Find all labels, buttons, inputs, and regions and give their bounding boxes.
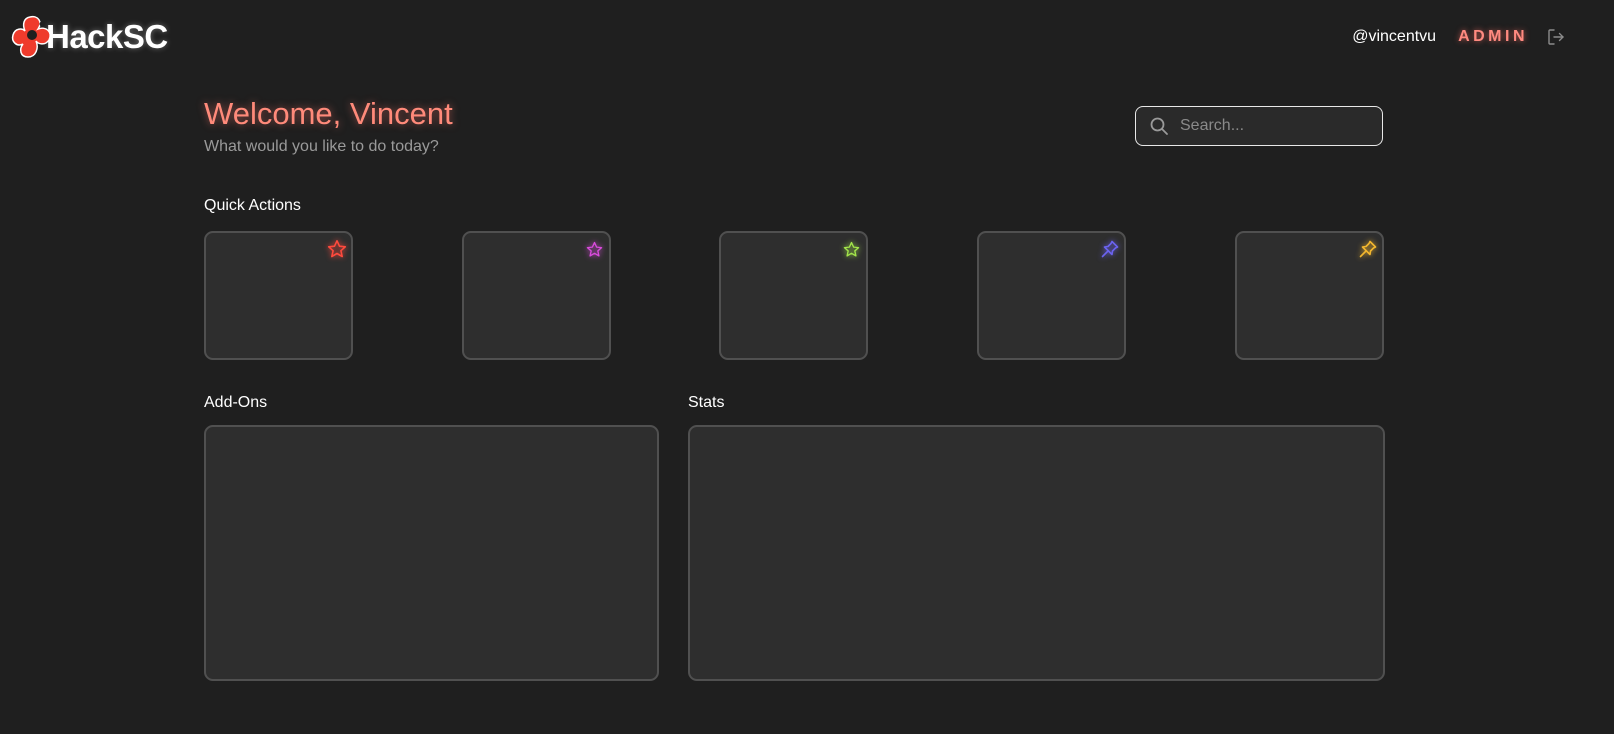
star-icon[interactable] — [586, 241, 603, 258]
quick-action-card[interactable] — [204, 231, 353, 360]
page-subtitle: What would you like to do today? — [204, 138, 439, 155]
pin-icon[interactable] — [1100, 239, 1120, 259]
addons-heading: Add-Ons — [204, 394, 268, 411]
hacksc-logo[interactable]: HackSC — [10, 12, 168, 62]
quick-action-card[interactable] — [462, 231, 611, 360]
star-icon[interactable] — [843, 241, 860, 258]
quick-actions-heading: Quick Actions — [204, 197, 301, 214]
star-icon[interactable] — [327, 239, 347, 259]
logo-text: HackSC — [46, 18, 168, 55]
username[interactable]: @vincentvu — [1352, 28, 1436, 46]
search-input[interactable] — [1178, 116, 1372, 136]
logout-icon[interactable] — [1546, 27, 1566, 47]
welcome-block: Welcome, Vincent What would you like to … — [204, 94, 453, 156]
search-icon — [1150, 117, 1168, 135]
addons-panel — [204, 425, 659, 681]
pin-icon[interactable] — [1358, 239, 1378, 259]
page-title: Welcome, Vincent — [204, 96, 453, 131]
top-bar: HackSC @vincentvu ADMIN — [0, 0, 1614, 76]
flower-logo-icon — [11, 15, 51, 58]
quick-action-card[interactable] — [719, 231, 868, 360]
search-box[interactable] — [1135, 106, 1383, 146]
quick-action-card[interactable] — [977, 231, 1126, 360]
stats-heading: Stats — [688, 394, 725, 411]
role-badge: ADMIN — [1458, 28, 1528, 45]
user-area: @vincentvu ADMIN — [1352, 26, 1528, 48]
stats-panel — [688, 425, 1385, 681]
quick-action-card[interactable] — [1235, 231, 1384, 360]
